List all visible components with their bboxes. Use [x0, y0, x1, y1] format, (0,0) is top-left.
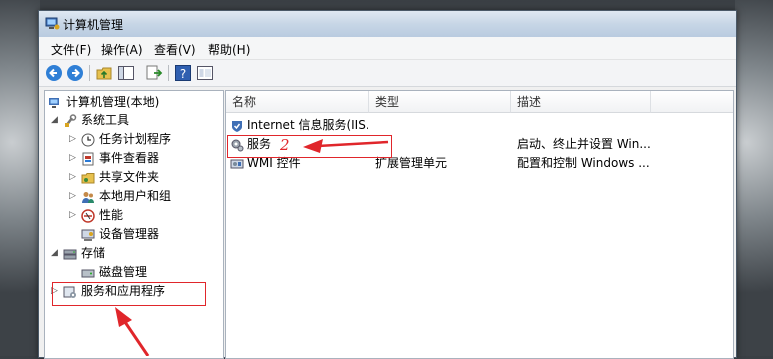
column-header-description[interactable]: 描述: [511, 91, 651, 113]
tree-item-computer-management[interactable]: 计算机管理(本地): [48, 93, 159, 111]
performance-icon: [81, 208, 95, 223]
tree-item-label: 性能: [99, 208, 124, 222]
row-description: 启动、终止并设置 Win...: [517, 137, 651, 151]
menu-help[interactable]: 帮助(H): [208, 41, 250, 58]
tree-item-device-manager[interactable]: 设备管理器: [81, 225, 159, 243]
column-header-name[interactable]: 名称: [226, 91, 369, 113]
clock-icon: [81, 133, 95, 146]
tree-item-label: 系统工具: [81, 113, 130, 127]
computer-management-icon: [45, 17, 60, 30]
column-header-type[interactable]: 类型: [369, 91, 511, 113]
expander-collapsed-icon[interactable]: ▷: [69, 149, 76, 167]
row-type: 扩展管理单元: [375, 156, 448, 170]
column-header-empty: [651, 91, 733, 113]
annotation-highlight-services-apps: [52, 282, 206, 306]
event-viewer-icon: [82, 152, 94, 165]
properties-icon[interactable]: [196, 64, 214, 82]
menu-file[interactable]: 文件(F): [51, 41, 91, 58]
details-list-pane: 名称 类型 描述 Internet 信息服务(IIS... 服务 启动、终止并设…: [225, 90, 734, 359]
tree-item-storage[interactable]: 存储: [63, 244, 105, 262]
tree-item-label: 计算机管理(本地): [66, 95, 160, 109]
disk-icon: [81, 269, 95, 277]
expander-collapsed-icon[interactable]: ▷: [69, 187, 76, 205]
cell-name: Internet 信息服务(IIS...: [230, 116, 368, 135]
expander-collapsed-icon[interactable]: ▷: [69, 168, 76, 186]
svg-text:?: ?: [180, 67, 186, 81]
wmi-icon: [230, 159, 244, 168]
tree-item-label: 设备管理器: [99, 227, 160, 241]
system-tools-icon: [65, 113, 77, 127]
window-title: 计算机管理: [63, 18, 124, 32]
tree-item-label: 任务计划程序: [99, 132, 172, 146]
toolbar-separator: [168, 65, 169, 81]
export-list-icon[interactable]: [145, 64, 163, 82]
iis-icon: [232, 120, 242, 132]
toolbar: ?: [39, 60, 736, 87]
menu-view[interactable]: 查看(V): [154, 41, 196, 58]
expander-collapsed-icon[interactable]: ▷: [69, 206, 76, 224]
shared-folder-icon: [81, 172, 95, 183]
row-name: Internet 信息服务(IIS...: [247, 118, 368, 132]
tree-item-label: 共享文件夹: [99, 170, 160, 184]
menu-action[interactable]: 操作(A): [101, 41, 143, 58]
tree-item-event-viewer[interactable]: 事件查看器: [81, 149, 159, 167]
storage-icon: [63, 249, 77, 259]
tree-item-label: 本地用户和组: [99, 189, 172, 203]
expander-expanded-icon[interactable]: ◢: [51, 244, 58, 262]
title-bar[interactable]: 计算机管理: [39, 11, 736, 37]
tree-item-label: 事件查看器: [99, 151, 160, 165]
tree-item-label: 存储: [81, 246, 106, 260]
list-item-iis[interactable]: Internet 信息服务(IIS...: [226, 116, 733, 135]
expander-expanded-icon[interactable]: ◢: [51, 111, 58, 129]
menu-bar: 文件(F) 操作(A) 查看(V) 帮助(H): [39, 37, 736, 60]
help-icon[interactable]: ?: [174, 64, 192, 82]
computer-management-icon: [49, 97, 59, 108]
annotation-step-number: 2: [280, 136, 290, 154]
forward-arrow-icon[interactable]: [66, 64, 84, 82]
tree-item-shared-folders[interactable]: 共享文件夹: [81, 168, 159, 186]
tree-item-label: 磁盘管理: [99, 265, 148, 279]
tree-item-local-users-groups[interactable]: 本地用户和组: [81, 187, 171, 205]
show-hide-tree-icon[interactable]: [117, 64, 135, 82]
tree-item-task-scheduler[interactable]: 任务计划程序: [81, 130, 171, 148]
desktop-background-right: [735, 0, 773, 356]
row-description: 配置和控制 Windows ...: [517, 156, 650, 170]
back-arrow-icon[interactable]: [45, 64, 63, 82]
row-name: WMI 控件: [247, 156, 301, 170]
tree-item-performance[interactable]: 性能: [81, 206, 123, 224]
up-folder-icon[interactable]: [95, 64, 113, 82]
expander-collapsed-icon[interactable]: ▷: [69, 130, 76, 148]
toolbar-separator: [89, 65, 90, 81]
device-manager-icon: [81, 229, 95, 241]
tree-item-system-tools[interactable]: 系统工具: [63, 111, 129, 129]
navigation-tree-pane: 计算机管理(本地) ◢ 系统工具 ▷ 任务计划程序 ▷ 事件查看器 ▷ 共享文件…: [44, 90, 224, 359]
users-icon: [82, 191, 94, 203]
annotation-highlight-services: [227, 135, 392, 158]
tree-item-disk-management[interactable]: 磁盘管理: [81, 263, 147, 281]
desktop-background-left: [0, 0, 40, 356]
